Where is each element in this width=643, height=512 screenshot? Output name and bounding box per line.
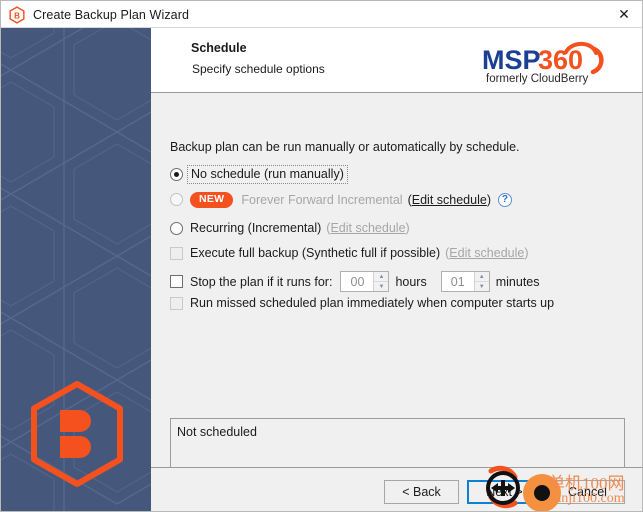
page-title: Schedule [191, 41, 247, 55]
checkbox-run-missed-scheduled-plan[interactable] [170, 296, 183, 310]
minutes-unit-label: minutes [495, 274, 540, 289]
window-title: Create Backup Plan Wizard [33, 7, 190, 22]
svg-text:360: 360 [538, 45, 583, 75]
panel-header: Schedule Specify schedule options MSP 36… [151, 28, 642, 93]
schedule-summary-text: Not scheduled [177, 425, 257, 439]
label-forever-forward-incremental: Forever Forward Incremental [241, 192, 403, 207]
edit-schedule-link-recurring[interactable]: Edit schedule [330, 221, 405, 235]
radio-recurring-incremental[interactable] [170, 221, 183, 235]
msp360-logo: MSP 360 formerly CloudBerry [480, 36, 608, 86]
label-execute-full-backup: Execute full backup (Synthetic full if p… [190, 246, 441, 260]
wizard-panel: Schedule Specify schedule options MSP 36… [151, 28, 642, 511]
label-stop-the-plan: Stop the plan if it runs for: [190, 274, 333, 289]
option-run-missed-scheduled-plan[interactable]: Run missed scheduled plan immediately wh… [170, 296, 554, 310]
back-button[interactable]: < Back [384, 480, 459, 504]
hours-decrement-icon[interactable]: ▼ [374, 282, 388, 291]
wizard-footer: < Back Next > Cancel [151, 467, 642, 511]
sidebar [1, 28, 151, 511]
option-recurring-incremental[interactable]: Recurring (Incremental) ( Edit schedule … [170, 221, 410, 235]
hours-value[interactable]: 00 [341, 272, 374, 291]
option-execute-full-backup[interactable]: Execute full backup (Synthetic full if p… [170, 246, 529, 260]
paren-close-full: ) [524, 246, 529, 260]
hours-stepper-buttons[interactable]: ▲ ▼ [373, 272, 389, 291]
hexagon-b-icon: B [8, 5, 26, 24]
edit-schedule-link-full[interactable]: Edit schedule [449, 246, 524, 260]
minutes-decrement-icon[interactable]: ▼ [475, 282, 489, 291]
checkbox-stop-the-plan[interactable] [170, 275, 183, 288]
schedule-summary-box: Not scheduled [170, 418, 625, 471]
option-forever-forward-incremental[interactable]: NEW Forever Forward Incremental ( Edit s… [170, 192, 512, 208]
sidebar-brand-hexagon-icon [31, 381, 123, 487]
option-no-schedule[interactable]: No schedule (run manually) [170, 165, 348, 184]
hours-unit-label: hours [395, 274, 427, 289]
help-icon[interactable]: ? [497, 192, 512, 207]
cancel-button[interactable]: Cancel [550, 480, 625, 504]
intro-text: Backup plan can be run manually or autom… [170, 140, 520, 154]
svg-text:MSP: MSP [482, 45, 541, 75]
label-run-missed-scheduled-plan: Run missed scheduled plan immediately wh… [190, 296, 555, 310]
minutes-increment-icon[interactable]: ▲ [474, 272, 489, 282]
new-badge: NEW [190, 192, 234, 208]
paren-close-recurring: ) [405, 221, 410, 235]
hours-increment-icon[interactable]: ▲ [374, 272, 389, 282]
radio-forever-forward-incremental[interactable] [170, 193, 183, 207]
paren-close-ffi: ) [486, 192, 491, 207]
radio-no-schedule[interactable] [170, 168, 183, 181]
svg-text:formerly CloudBerry: formerly CloudBerry [486, 73, 588, 85]
minutes-stepper[interactable]: 01 ▲ ▼ [440, 271, 490, 292]
hours-stepper[interactable]: 00 ▲ ▼ [340, 271, 390, 292]
label-recurring-incremental: Recurring (Incremental) [190, 221, 322, 235]
panel-body: Backup plan can be run manually or autom… [151, 94, 642, 471]
label-no-schedule: No schedule (run manually) [187, 165, 348, 184]
option-stop-the-plan[interactable]: Stop the plan if it runs for: 00 ▲ ▼ hou… [170, 271, 554, 292]
minutes-value[interactable]: 01 [441, 272, 474, 291]
next-button[interactable]: Next > [467, 480, 542, 504]
minutes-stepper-buttons[interactable]: ▲ ▼ [473, 272, 489, 291]
title-bar: B Create Backup Plan Wizard ✕ [1, 1, 642, 28]
backup-plan-wizard-window: B Create Backup Plan Wizard ✕ Schedule S… [0, 0, 643, 512]
checkbox-execute-full-backup[interactable] [170, 246, 183, 260]
page-subtitle: Specify schedule options [192, 62, 325, 76]
close-icon[interactable]: ✕ [604, 1, 642, 28]
edit-schedule-link-ffi[interactable]: Edit schedule [412, 193, 487, 207]
svg-text:B: B [14, 11, 20, 20]
